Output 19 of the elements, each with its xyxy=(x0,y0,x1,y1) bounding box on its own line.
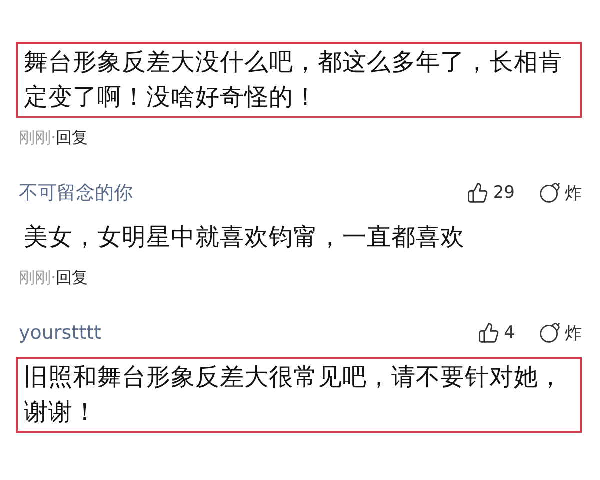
comment-time: 刚刚 xyxy=(19,128,51,149)
username[interactable]: yourstttt xyxy=(19,322,454,344)
bomb-icon[interactable] xyxy=(539,322,561,344)
separator-dot: · xyxy=(51,128,56,149)
reply-link[interactable]: 回复 xyxy=(56,268,88,289)
comment-text: 旧照和舞台形象反差大很常见吧，请不要针对她，谢谢！ xyxy=(16,357,582,433)
like-count: 29 xyxy=(493,183,515,203)
comment-time: 刚刚 xyxy=(19,268,51,289)
reply-link[interactable]: 回复 xyxy=(56,128,88,149)
separator-dot: · xyxy=(51,268,56,289)
thumbs-up-icon[interactable] xyxy=(478,322,500,344)
comment-text: 舞台形象反差大没什么吧，都这么多年了，长相肯定变了啊！没啥好奇怪的！ xyxy=(16,42,582,118)
bomb-label[interactable]: 炸 xyxy=(565,322,582,344)
username[interactable]: 不可留念的你 xyxy=(19,180,444,206)
like-count: 4 xyxy=(504,323,515,343)
thumbs-up-icon[interactable] xyxy=(467,182,490,204)
comment-text: 美女，女明星中就喜欢钧甯，一直都喜欢 xyxy=(23,222,466,253)
bomb-label[interactable]: 炸 xyxy=(565,182,582,204)
bomb-icon[interactable] xyxy=(539,182,561,204)
